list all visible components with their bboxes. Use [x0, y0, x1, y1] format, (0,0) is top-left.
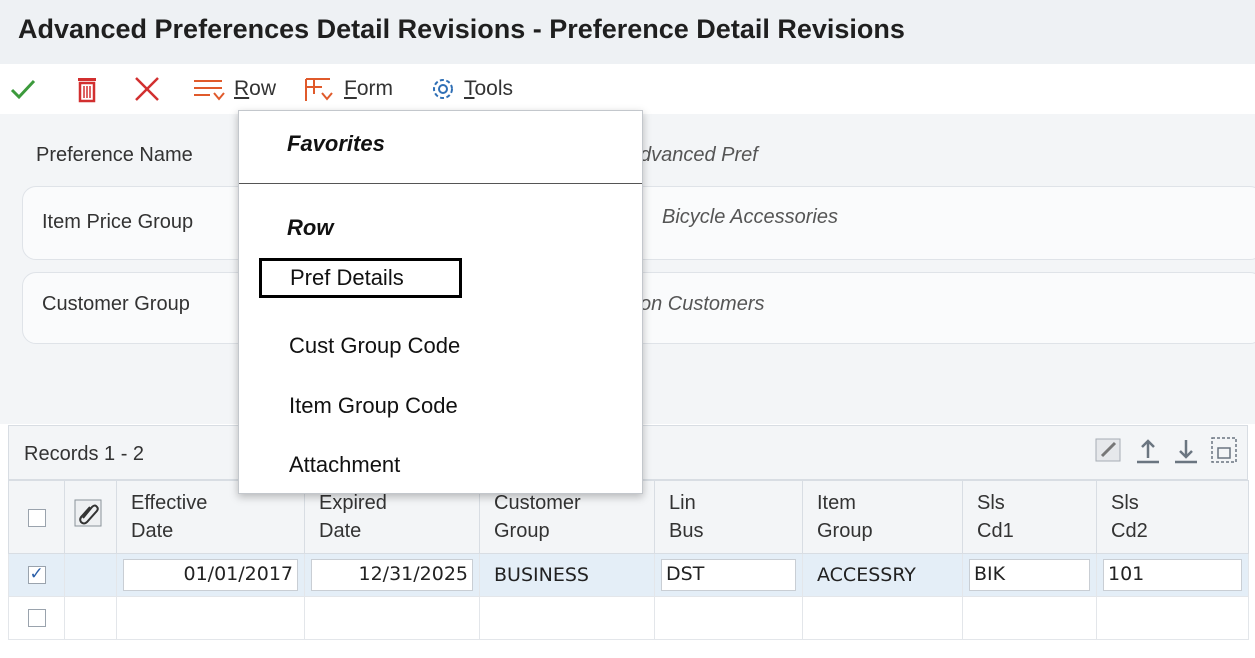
favorites-heading: Favorites	[287, 131, 385, 156]
lin-bus-cell[interactable]	[654, 596, 803, 640]
page-title: Advanced Preferences Detail Revisions - …	[0, 0, 1255, 64]
form-menu-label: Form	[344, 77, 393, 100]
row-dropdown-menu: Favorites Row Pref Details Cust Group Co…	[238, 110, 643, 494]
select-all-cell	[8, 480, 65, 554]
gear-icon	[433, 79, 453, 99]
customer-group-cell[interactable]	[479, 596, 655, 640]
menu-item-item-group-code[interactable]: Item Group Code	[289, 393, 458, 419]
sls-cd1-input[interactable]: BIK	[969, 559, 1090, 591]
records-count: Records 1 - 2	[24, 443, 145, 465]
item-group-cell: ACCESSRY	[802, 553, 963, 597]
item-group-text: ACCESSRY	[817, 563, 916, 586]
sls-cd1-cell: BIK	[962, 553, 1097, 597]
sls-cd2-cell[interactable]	[1096, 596, 1249, 640]
tools-menu-button[interactable]: Tools	[428, 74, 513, 104]
detail-grid: Effective Date Expired Date Customer Group …	[8, 480, 1249, 640]
page-title-text: Advanced Preferences Detail Revisions - …	[18, 14, 905, 44]
menu-item-pref-details[interactable]: Pref Details	[259, 258, 462, 298]
grid-tools	[1093, 434, 1239, 471]
row-attachment-cell	[64, 596, 117, 640]
effective-date-cell[interactable]	[116, 596, 305, 640]
customer-group-text: BUSINESS	[494, 563, 589, 586]
trash-icon[interactable]	[72, 74, 102, 104]
expired-date-input[interactable]: 12/31/2025	[311, 559, 473, 591]
upload-icon[interactable]	[1133, 434, 1163, 471]
customer-group-label: Customer Group	[42, 293, 190, 315]
preference-name-value: dvanced Pref	[640, 144, 758, 166]
row-select-cell	[8, 596, 65, 640]
edit-icon[interactable]	[1093, 434, 1125, 471]
col-sls-cd2[interactable]: Sls Cd2	[1096, 480, 1249, 554]
tools-menu-label: Tools	[464, 77, 514, 100]
row-menu-button[interactable]: Row	[192, 74, 276, 104]
fullscreen-grid-icon[interactable]	[1209, 434, 1239, 471]
menu-divider	[239, 183, 642, 184]
effective-date-cell: 01/01/2017	[116, 553, 305, 597]
col-lin-bus[interactable]: Lin Bus	[654, 480, 803, 554]
toolbar: Row Form Tools	[0, 64, 1255, 114]
col-item-group[interactable]: Item Group	[802, 480, 963, 554]
form-menu-icon	[305, 78, 333, 101]
table-row[interactable]: 01/01/2017 12/31/2025 BUSINESS DST ACCES…	[8, 553, 1249, 597]
close-icon[interactable]	[132, 74, 162, 104]
row-attachment-cell	[64, 553, 117, 597]
attachment-column-header	[64, 480, 117, 554]
row-menu-icon	[194, 80, 225, 101]
item-price-group-label: Item Price Group	[42, 211, 194, 233]
menu-item-attachment[interactable]: Attachment	[289, 452, 400, 478]
expired-date-cell: 12/31/2025	[304, 553, 480, 597]
row-checkbox[interactable]	[27, 609, 46, 628]
lin-bus-cell: DST	[654, 553, 803, 597]
row-menu-label: Row	[234, 77, 277, 100]
customer-group-cell: BUSINESS	[479, 553, 655, 597]
item-group-cell[interactable]	[802, 596, 963, 640]
row-checkbox[interactable]	[27, 564, 46, 585]
paperclip-icon[interactable]	[73, 498, 103, 528]
row-select-cell	[8, 553, 65, 597]
col-sls-cd1[interactable]: Sls Cd1	[962, 480, 1097, 554]
customer-group-value: on Customers	[640, 293, 765, 315]
sls-cd1-cell[interactable]	[962, 596, 1097, 640]
menu-item-cust-group-code[interactable]: Cust Group Code	[289, 333, 460, 359]
table-row[interactable]	[8, 596, 1249, 640]
preference-name-label: Preference Name	[36, 144, 193, 166]
lin-bus-input[interactable]: DST	[661, 559, 796, 591]
item-price-group-value: Bicycle Accessories	[662, 206, 838, 228]
sls-cd2-input[interactable]: 101	[1103, 559, 1242, 591]
form-menu-button[interactable]: Form	[302, 74, 393, 104]
select-all-checkbox[interactable]	[27, 508, 46, 527]
row-heading: Row	[287, 215, 334, 240]
sls-cd2-cell: 101	[1096, 553, 1249, 597]
check-icon[interactable]	[8, 74, 38, 104]
expired-date-cell[interactable]	[304, 596, 480, 640]
effective-date-input[interactable]: 01/01/2017	[123, 559, 298, 591]
download-icon[interactable]	[1171, 434, 1201, 471]
